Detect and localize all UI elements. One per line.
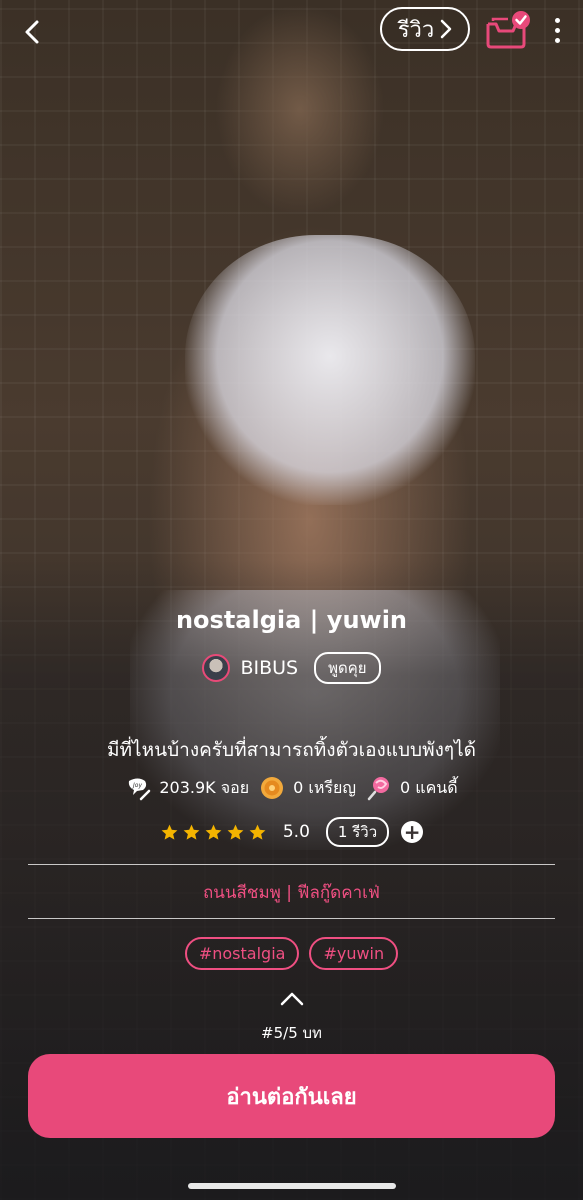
story-category[interactable]: ถนนสีชมพู | ฟีลกู๊ดคาเฟ่ [0,879,583,906]
star-icon [161,824,178,840]
cover-image-top [185,235,475,505]
dot-icon [554,37,560,43]
shelf-added-icon [486,11,530,49]
author-name[interactable]: BIBUS [240,657,298,679]
add-review-button[interactable]: + [401,820,424,844]
chapter-count: #5/5 บท [261,1024,322,1042]
dot-icon [554,27,560,33]
svg-text:Joy: Joy [132,782,142,789]
coins-stat: 0 เหรียญ [259,775,356,801]
chat-button[interactable]: พูดคุย [314,652,381,684]
dot-icon [554,17,560,23]
author-avatar[interactable] [202,654,231,682]
divider [28,918,555,919]
views-stat: Joy 203.9K จอย [125,775,249,801]
views-count: 203.9K จอย [159,777,250,797]
back-button[interactable] [16,16,48,48]
plus-icon: + [403,820,421,844]
candies-count: 0 แคนดี้ [400,777,458,797]
read-now-label: อ่านต่อกันเลย [226,1084,357,1110]
rating-row: 5.0 1 รีวิว + [0,817,583,847]
star-icon [249,824,266,840]
star-icon [183,824,200,840]
star-icon [205,824,222,840]
tag-chip[interactable]: #nostalgia [184,937,300,970]
chevron-up-icon [280,992,304,1006]
divider [28,864,555,865]
expand-button[interactable] [279,990,305,1008]
rating-stars [160,823,267,842]
story-title: nostalgia | yuwin [175,606,408,634]
review-count-button[interactable]: 1 รีวิว [325,817,390,847]
tag-list: #nostalgia #yuwin [0,937,583,970]
stats-row: Joy 203.9K จอย 0 เหรียญ 0 แคนดี้ [0,775,583,801]
candies-stat: 0 แคนดี้ [366,775,458,801]
candy-lollipop-icon [367,777,390,801]
more-options-button[interactable] [546,10,568,50]
star-icon [227,824,244,840]
review-button-label: รีวิว [397,17,435,43]
add-to-shelf-button[interactable] [484,10,534,50]
chevron-right-icon [441,19,452,39]
rating-value: 5.0 [282,822,310,842]
read-now-button[interactable]: อ่านต่อกันเลย [28,1054,555,1138]
chevron-left-icon [25,20,39,44]
joy-views-icon: Joy [129,778,151,801]
home-indicator[interactable] [188,1183,396,1189]
coins-count: 0 เหรียญ [293,777,357,797]
tag-chip[interactable]: #yuwin [309,937,399,970]
review-button[interactable]: รีวิว [380,7,470,51]
coin-icon [261,777,284,799]
author-row: BIBUS พูดคุย [0,652,583,684]
story-description: มีที่ไหนบ้างครับที่สามารถทิ้งตัวเองแบบพั… [106,739,477,761]
